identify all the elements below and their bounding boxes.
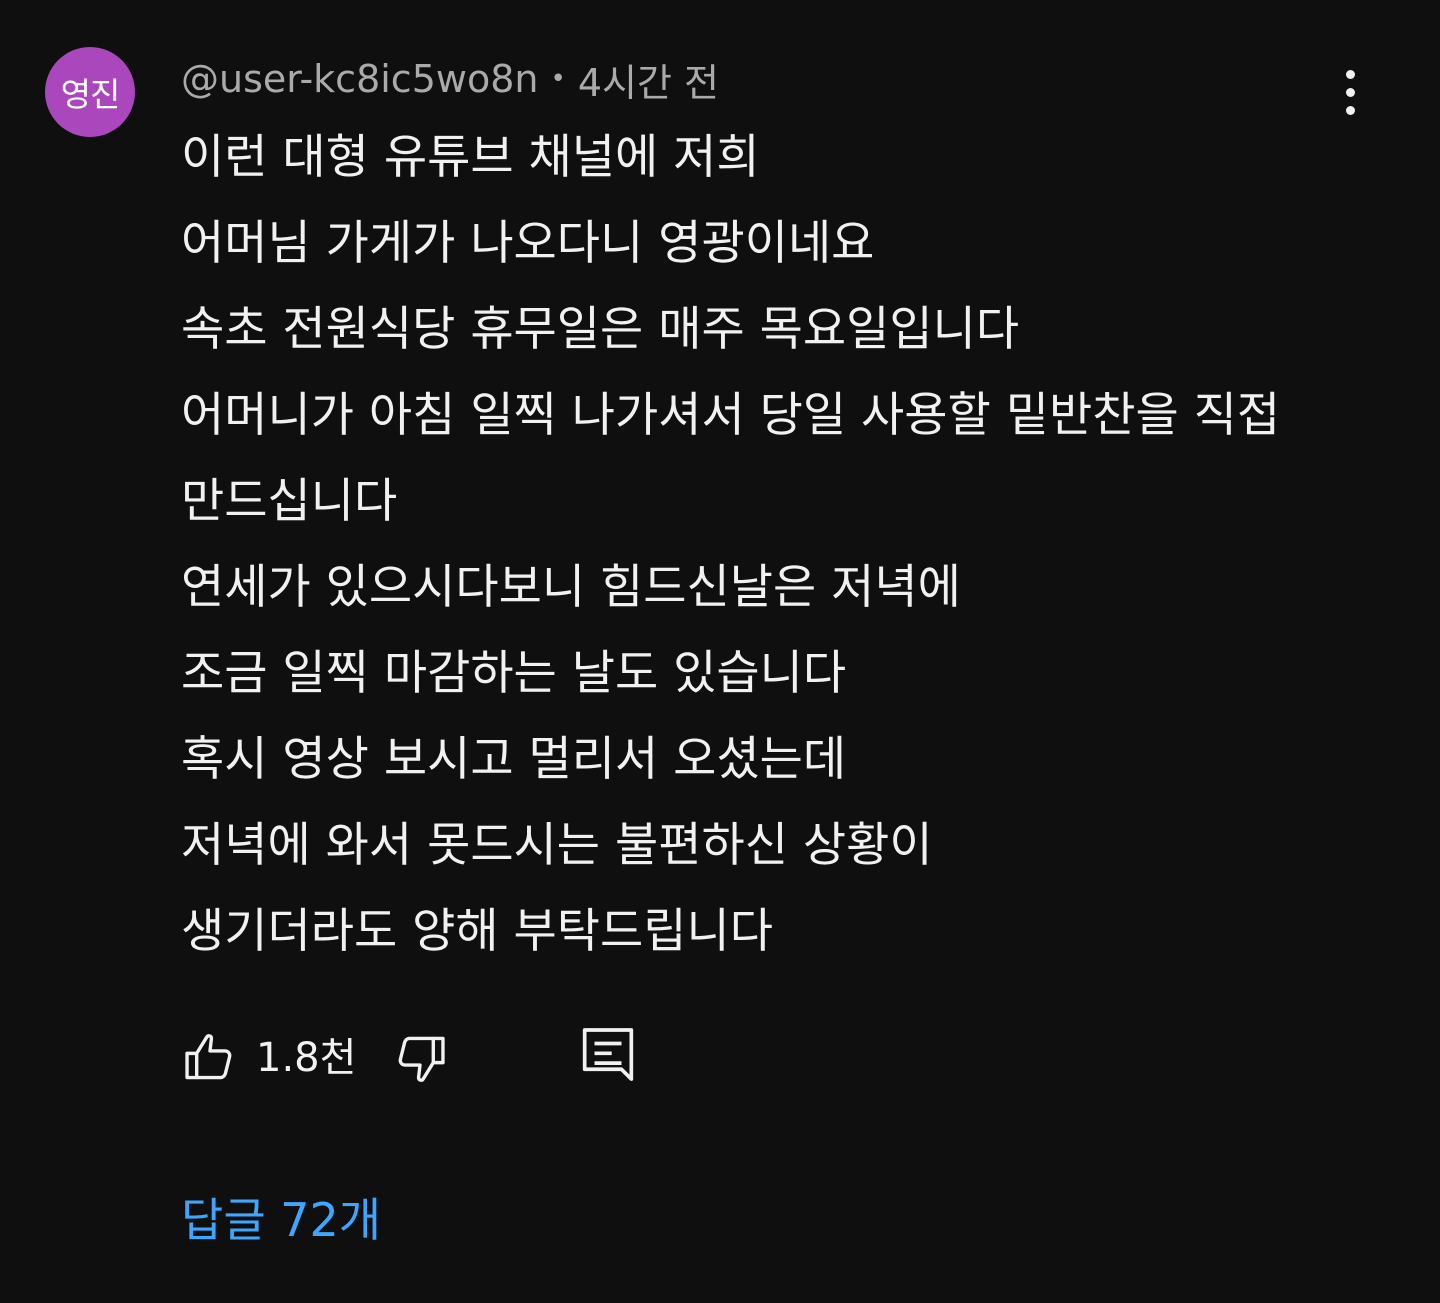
comment-line: 이런 대형 유튜브 채널에 저희 <box>181 130 760 185</box>
separator-dot: • <box>550 64 566 94</box>
comment-line: 만드십니다 <box>181 474 398 529</box>
comment-line: 혹시 영상 보시고 멀리서 오셨는데 <box>181 732 847 787</box>
comment-actions: 1.8천 <box>181 1020 681 1100</box>
view-replies-link[interactable]: 답글 72개 <box>181 1190 381 1250</box>
reply-button[interactable] <box>581 1026 635 1088</box>
avatar-initials: 영진 <box>60 75 121 114</box>
comment-line: 생기더라도 양해 부탁드립니다 <box>181 904 773 959</box>
comment-header: @user-kc8ic5wo8n • 4시간 전 <box>181 56 719 105</box>
author-handle[interactable]: @user-kc8ic5wo8n <box>181 57 538 101</box>
timestamp[interactable]: 4시간 전 <box>578 52 719 107</box>
comment-line: 조금 일찍 마감하는 날도 있습니다 <box>181 646 847 701</box>
comment-line: 속초 전원식당 휴무일은 매주 목요일입니다 <box>181 302 1020 357</box>
like-button[interactable] <box>181 1028 239 1086</box>
comment-thread: 영진 @user-kc8ic5wo8n • 4시간 전 이런 대형 유튜브 채널… <box>0 0 1440 1303</box>
comment-body: 이런 대형 유튜브 채널에 저희 어머님 가게가 나오다니 영광이네요 속초 전… <box>181 119 1401 979</box>
dislike-button[interactable] <box>391 1030 449 1088</box>
comment-line: 연세가 있으시다보니 힘드신날은 저녁에 <box>181 560 961 615</box>
thumbs-down-icon <box>398 1036 445 1082</box>
reply-comment-icon <box>582 1028 634 1081</box>
thumbs-up-icon <box>185 1034 232 1080</box>
like-count: 1.8천 <box>256 1035 357 1081</box>
more-options-button[interactable] <box>1326 64 1374 120</box>
comment-line: 저녁에 와서 못드시는 불편하신 상황이 <box>181 818 933 873</box>
more-vertical-icon <box>1345 69 1355 79</box>
avatar[interactable]: 영진 <box>45 47 135 137</box>
comment-line: 어머니가 아침 일찍 나가셔서 당일 사용할 밑반찬을 직접 <box>181 388 1281 443</box>
comment-line: 어머님 가게가 나오다니 영광이네요 <box>181 216 875 271</box>
